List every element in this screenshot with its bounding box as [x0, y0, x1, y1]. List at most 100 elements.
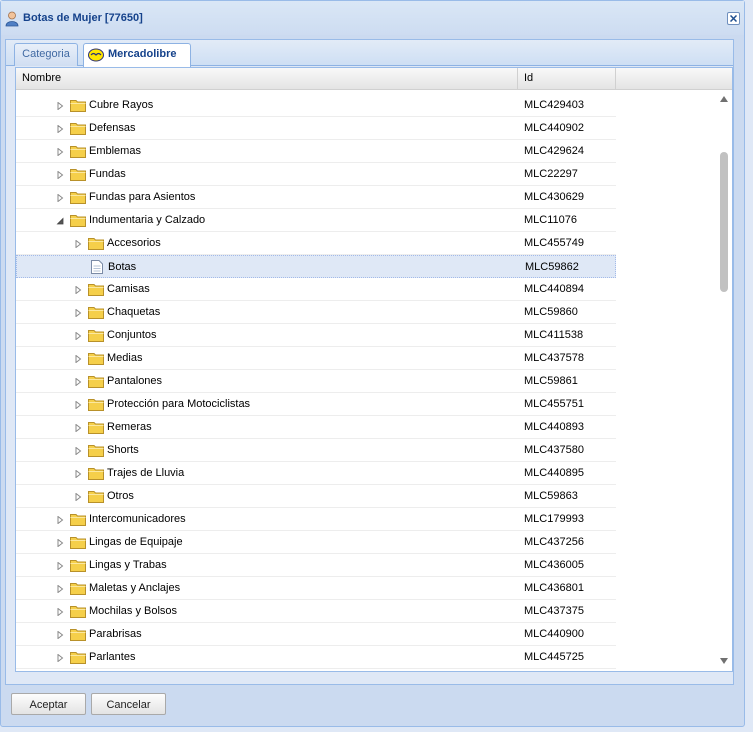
tree-row[interactable]: Chaquetas MLC59860	[16, 301, 616, 324]
tree-node-label: Mochilas y Bolsos	[89, 605, 178, 617]
collapsed-arrow-icon[interactable]	[74, 354, 82, 364]
tab-categoria[interactable]: Categoria	[14, 43, 78, 66]
tree-node-id: MLC437580	[524, 444, 584, 456]
tree-row[interactable]: Defensas MLC440902	[16, 117, 616, 140]
folder-icon	[70, 558, 86, 575]
collapsed-arrow-icon[interactable]	[56, 653, 64, 663]
tree-node-id: MLC11076	[524, 214, 577, 226]
tab-strip: Categoria Mercadolibre	[6, 40, 733, 67]
collapsed-arrow-icon[interactable]	[74, 469, 82, 479]
folder-icon	[88, 466, 104, 483]
collapsed-arrow-icon[interactable]	[56, 515, 64, 525]
tree-row[interactable]: Conjuntos MLC411538	[16, 324, 616, 347]
collapsed-arrow-icon[interactable]	[56, 538, 64, 548]
collapsed-arrow-icon[interactable]	[56, 630, 64, 640]
scroll-down-icon[interactable]	[720, 658, 728, 664]
collapsed-arrow-icon[interactable]	[74, 239, 82, 249]
vertical-scrollbar[interactable]	[716, 90, 732, 671]
tab-mercadolibre[interactable]: Mercadolibre	[83, 43, 191, 67]
tree-row[interactable]: Intercomunicadores MLC179993	[16, 508, 616, 531]
tree-node-id: MLC59863	[524, 490, 578, 502]
collapsed-arrow-icon[interactable]	[74, 492, 82, 502]
collapsed-arrow-icon[interactable]	[56, 101, 64, 111]
tree-row[interactable]: Fundas MLC22297	[16, 163, 616, 186]
column-header-nombre[interactable]: Nombre	[16, 68, 518, 89]
collapsed-arrow-icon[interactable]	[56, 147, 64, 157]
accept-button[interactable]: Aceptar	[11, 693, 86, 715]
tree-node-id: MLC440893	[524, 421, 584, 433]
scroll-up-icon[interactable]	[720, 96, 728, 102]
tree-row[interactable]: Remeras MLC440893	[16, 416, 616, 439]
folder-icon	[70, 650, 86, 667]
collapsed-arrow-icon[interactable]	[56, 561, 64, 571]
folder-icon	[88, 351, 104, 368]
collapsed-arrow-icon[interactable]	[56, 124, 64, 134]
tree-row[interactable]: Parlantes MLC445725	[16, 646, 616, 669]
tree-node-id: MLC437256	[524, 536, 584, 548]
tree-node-label: Botas	[108, 261, 137, 273]
grid-header: Nombre Id	[16, 68, 732, 90]
folder-icon	[70, 581, 86, 598]
folder-icon	[88, 443, 104, 460]
expanded-arrow-icon[interactable]	[56, 216, 64, 225]
tree-row[interactable]: Fundas para Asientos MLC430629	[16, 186, 616, 209]
tree-node-label: Protección para Motociclistas	[107, 398, 251, 410]
tree-node-id: MLC445725	[524, 651, 584, 663]
folder-icon	[88, 305, 104, 322]
dialog-window: Botas de Mujer [77650] Categoria Mercado…	[0, 0, 745, 727]
tree-node-label: Cubre Rayos	[89, 99, 154, 111]
tree-node-id: MLC455751	[524, 398, 584, 410]
tree-node-id: MLC455749	[524, 237, 584, 249]
tree-row[interactable]: Botas MLC59862	[16, 255, 616, 278]
category-tree-grid: Nombre Id Cubre Rayos MLC429403 Defensas ML…	[15, 67, 733, 672]
tree-row[interactable]: Accesorios MLC455749	[16, 232, 616, 255]
tree-node-id: MLC440900	[524, 628, 584, 640]
tree-row[interactable]: Maletas y Anclajes MLC436801	[16, 577, 616, 600]
tree-row[interactable]: Parabrisas MLC440900	[16, 623, 616, 646]
tree-row[interactable]: Shorts MLC437580	[16, 439, 616, 462]
tree-node-id: MLC440895	[524, 467, 584, 479]
collapsed-arrow-icon[interactable]	[74, 446, 82, 456]
cancel-button[interactable]: Cancelar	[91, 693, 166, 715]
collapsed-arrow-icon[interactable]	[56, 170, 64, 180]
collapsed-arrow-icon[interactable]	[74, 400, 82, 410]
tree-node-label: Shorts	[107, 444, 139, 456]
tree-row[interactable]: Indumentaria y Calzado MLC11076	[16, 209, 616, 232]
tree-node-label: Medias	[107, 352, 143, 364]
tree-row[interactable]: Pantalones MLC59861	[16, 370, 616, 393]
collapsed-arrow-icon[interactable]	[74, 423, 82, 433]
folder-icon	[70, 121, 86, 138]
close-button[interactable]	[727, 12, 740, 25]
tree-row[interactable]: Otros MLC59863	[16, 485, 616, 508]
window-titlebar[interactable]: Botas de Mujer [77650]	[1, 1, 744, 35]
folder-icon	[88, 328, 104, 345]
collapsed-arrow-icon[interactable]	[56, 193, 64, 203]
tree-row[interactable]: Lingas y Trabas MLC436005	[16, 554, 616, 577]
collapsed-arrow-icon[interactable]	[74, 308, 82, 318]
tab-panel: Categoria Mercadolibre Nombre Id Cubre R…	[5, 39, 734, 685]
tree-node-label: Camisas	[107, 283, 150, 295]
tree-row[interactable]: Protección para Motociclistas MLC455751	[16, 393, 616, 416]
tree-node-label: Maletas y Anclajes	[89, 582, 181, 594]
tree-row[interactable]: Cubre Rayos MLC429403	[16, 94, 616, 117]
tree-row[interactable]: Medias MLC437578	[16, 347, 616, 370]
tree-row[interactable]: Mochilas y Bolsos MLC437375	[16, 600, 616, 623]
tree-node-id: MLC437375	[524, 605, 584, 617]
folder-icon	[88, 374, 104, 391]
column-header-id[interactable]: Id	[518, 68, 616, 89]
collapsed-arrow-icon[interactable]	[56, 607, 64, 617]
collapsed-arrow-icon[interactable]	[56, 584, 64, 594]
tree-node-id: MLC437578	[524, 352, 584, 364]
tree-node-label: Otros	[107, 490, 134, 502]
tab-mercadolibre-label: Mercadolibre	[108, 48, 177, 60]
tree-row[interactable]: Emblemas MLC429624	[16, 140, 616, 163]
tree-row[interactable]: Trajes de Lluvia MLC440895	[16, 462, 616, 485]
tree-node-id: MLC59861	[524, 375, 578, 387]
folder-icon	[70, 98, 86, 115]
collapsed-arrow-icon[interactable]	[74, 377, 82, 387]
tree-row[interactable]: Lingas de Equipaje MLC437256	[16, 531, 616, 554]
scrollbar-thumb[interactable]	[720, 152, 728, 292]
tree-row[interactable]: Camisas MLC440894	[16, 278, 616, 301]
collapsed-arrow-icon[interactable]	[74, 285, 82, 295]
collapsed-arrow-icon[interactable]	[74, 331, 82, 341]
